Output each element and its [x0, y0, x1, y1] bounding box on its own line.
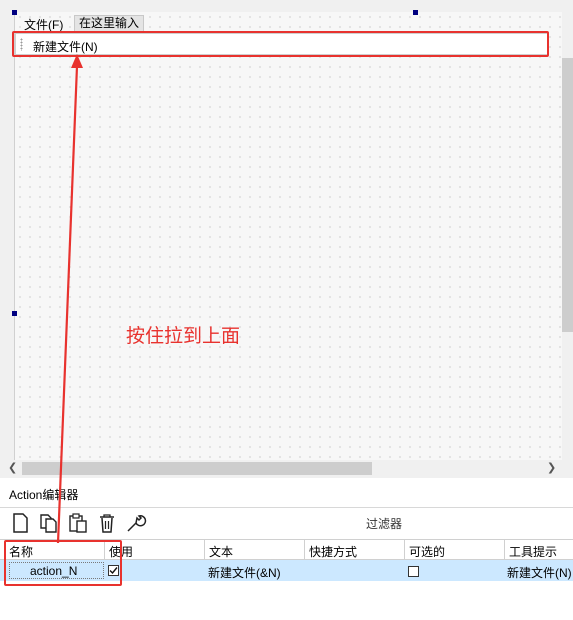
- column-separator[interactable]: [204, 540, 205, 560]
- selection-handle[interactable]: [413, 10, 418, 15]
- vertical-scrollbar-thumb[interactable]: [562, 58, 573, 332]
- settings-wrench-icon[interactable]: [125, 512, 147, 534]
- column-header-checkable[interactable]: 可选的: [409, 543, 445, 560]
- column-header-text[interactable]: 文本: [209, 543, 233, 560]
- horizontal-scrollbar-thumb[interactable]: [22, 462, 372, 475]
- column-header-shortcut[interactable]: 快捷方式: [309, 543, 357, 560]
- copy-icon[interactable]: [38, 512, 60, 534]
- scroll-right-icon[interactable]: ❯: [547, 461, 556, 474]
- delete-icon[interactable]: [96, 512, 118, 534]
- paste-icon[interactable]: [67, 512, 89, 534]
- selection-handle[interactable]: [12, 311, 17, 316]
- column-separator[interactable]: [504, 540, 505, 560]
- action-editor-title: Action编辑器: [9, 488, 79, 502]
- menu-bar: 文件(F) 在这里输入: [16, 14, 146, 32]
- new-action-icon[interactable]: [9, 512, 31, 534]
- annotation-text: 按住拉到上面: [126, 326, 241, 347]
- action-editor-toolbar: [0, 508, 573, 538]
- checkable-checkbox[interactable]: [408, 566, 419, 577]
- highlight-box-action: [4, 540, 122, 586]
- form-designer-area: 文件(F) 在这里输入 新建文件(N) 按住拉到上面 ❮ ❯: [0, 0, 573, 478]
- filter-label: 过滤器: [366, 517, 403, 531]
- menu-type-here[interactable]: 在这里输入: [74, 15, 145, 32]
- horizontal-scrollbar[interactable]: ❮ ❯: [0, 460, 573, 477]
- column-separator[interactable]: [404, 540, 405, 560]
- column-header-tooltip[interactable]: 工具提示: [509, 543, 557, 560]
- highlight-box-submenu: [12, 31, 549, 57]
- scroll-left-icon[interactable]: ❮: [8, 461, 17, 474]
- form-canvas[interactable]: [14, 12, 562, 460]
- cell-tooltip: 新建文件(N): [507, 566, 572, 580]
- cell-text: 新建文件(&N): [208, 566, 281, 580]
- column-separator[interactable]: [304, 540, 305, 560]
